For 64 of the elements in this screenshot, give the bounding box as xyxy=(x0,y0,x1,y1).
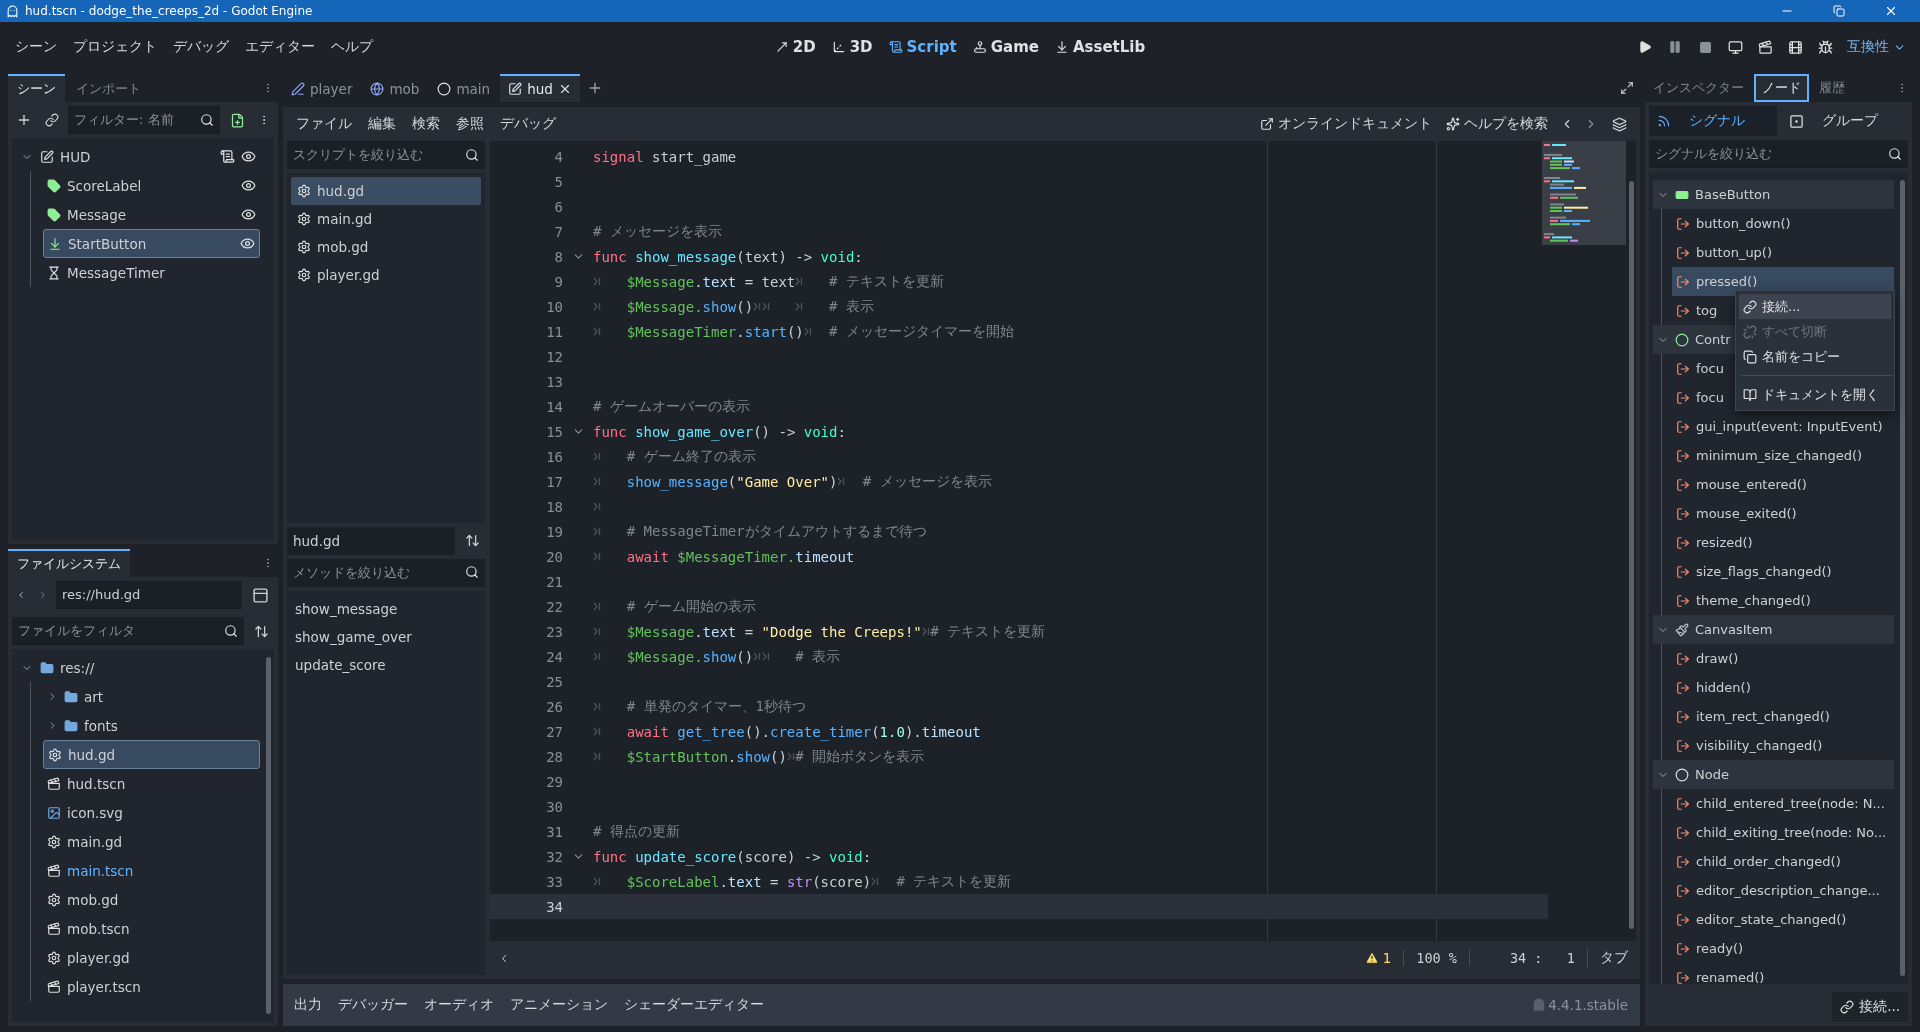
code-line: func show_game_over() -> void: xyxy=(593,423,846,440)
line-number: 24 xyxy=(545,648,563,665)
line-number: 19 xyxy=(545,523,563,540)
code-line: show_message("Game Over") xyxy=(626,473,838,490)
window-title: hud.tscn - dodge_the_creeps_2d - Godot Engine xyxy=(25,4,314,18)
code-comment: # テキストを更新 xyxy=(930,622,1046,641)
cursor-position: 34 : 1 xyxy=(1468,950,1587,966)
line-number: 32 xyxy=(545,848,563,865)
line-number: 21 xyxy=(545,573,563,590)
line-number: 15 xyxy=(545,423,563,440)
line-number: 11 xyxy=(545,323,563,340)
code-comment: # メッセージを表示 xyxy=(862,472,992,491)
line-number: 6 xyxy=(553,198,563,215)
code-comment: # メッセージを表示 xyxy=(593,222,722,241)
line-number: 8 xyxy=(553,248,563,265)
current-script-label: hud.gd xyxy=(287,526,455,555)
line-number: 28 xyxy=(545,748,563,765)
line-number: 12 xyxy=(545,348,563,365)
code-line: $Message.text = "Dodge the Creeps!" xyxy=(626,623,922,640)
code-comment: # メッセージタイマーを開始 xyxy=(829,322,1014,341)
line-number: 18 xyxy=(545,498,563,515)
code-comment: # 表示 xyxy=(795,647,841,666)
line-number: 31 xyxy=(545,823,563,840)
code-comment: # 単発のタイマー、1秒待つ xyxy=(626,697,806,716)
line-number: 7 xyxy=(553,223,563,240)
line-number: 22 xyxy=(545,598,563,615)
code-line: func update_score(score) -> void: xyxy=(593,848,872,865)
code-line: $Message.show() xyxy=(626,648,754,665)
code-line: func show_message(text) -> void: xyxy=(593,248,863,265)
line-number: 33 xyxy=(545,873,563,890)
code-comment: # テキストを更新 xyxy=(829,272,944,291)
code-line: await get_tree().create_timer(1.0).timeout xyxy=(626,723,981,740)
code-comment: # 得点の更新 xyxy=(593,822,680,841)
line-number: 27 xyxy=(545,723,563,740)
line-number: 13 xyxy=(545,373,563,390)
version-label: 4.4.1.stable xyxy=(1548,997,1629,1013)
line-number: 20 xyxy=(545,548,563,565)
line-number: 29 xyxy=(545,773,563,790)
code-comment: # テキストを更新 xyxy=(896,872,1012,891)
code-line: $ScoreLabel.text = str(score) xyxy=(626,873,872,890)
code-line: $MessageTimer.start() xyxy=(626,323,804,340)
line-number: 10 xyxy=(545,298,563,315)
line-number: 25 xyxy=(545,673,563,690)
code-comment: # 表示 xyxy=(828,297,874,316)
line-number: 14 xyxy=(545,398,563,415)
code-comment: # 開始ボタンを表示 xyxy=(795,747,925,766)
line-number: 30 xyxy=(545,798,563,815)
code-comment: # ゲーム終了の表示 xyxy=(626,447,756,466)
line-number: 26 xyxy=(545,698,563,715)
code-line: $StartButton.show() xyxy=(626,748,787,765)
code-comment: # MessageTimerがタイムアウトするまで待つ xyxy=(626,522,927,541)
code-comment: # ゲーム開始の表示 xyxy=(626,597,756,616)
line-number: 23 xyxy=(545,623,563,640)
code-comment: # ゲームオーバーの表示 xyxy=(593,397,750,416)
line-number: 16 xyxy=(545,448,563,465)
line-number: 9 xyxy=(553,273,563,290)
line-number: 4 xyxy=(553,148,563,165)
code-line: signal start_game xyxy=(593,148,737,165)
line-number: 34 xyxy=(545,898,563,915)
code-line: $Message.text = text xyxy=(626,273,796,290)
code-line: await $MessageTimer.timeout xyxy=(626,548,855,565)
line-number: 17 xyxy=(545,473,563,490)
code-line: $Message.show() xyxy=(626,298,754,315)
line-number: 5 xyxy=(553,173,563,190)
